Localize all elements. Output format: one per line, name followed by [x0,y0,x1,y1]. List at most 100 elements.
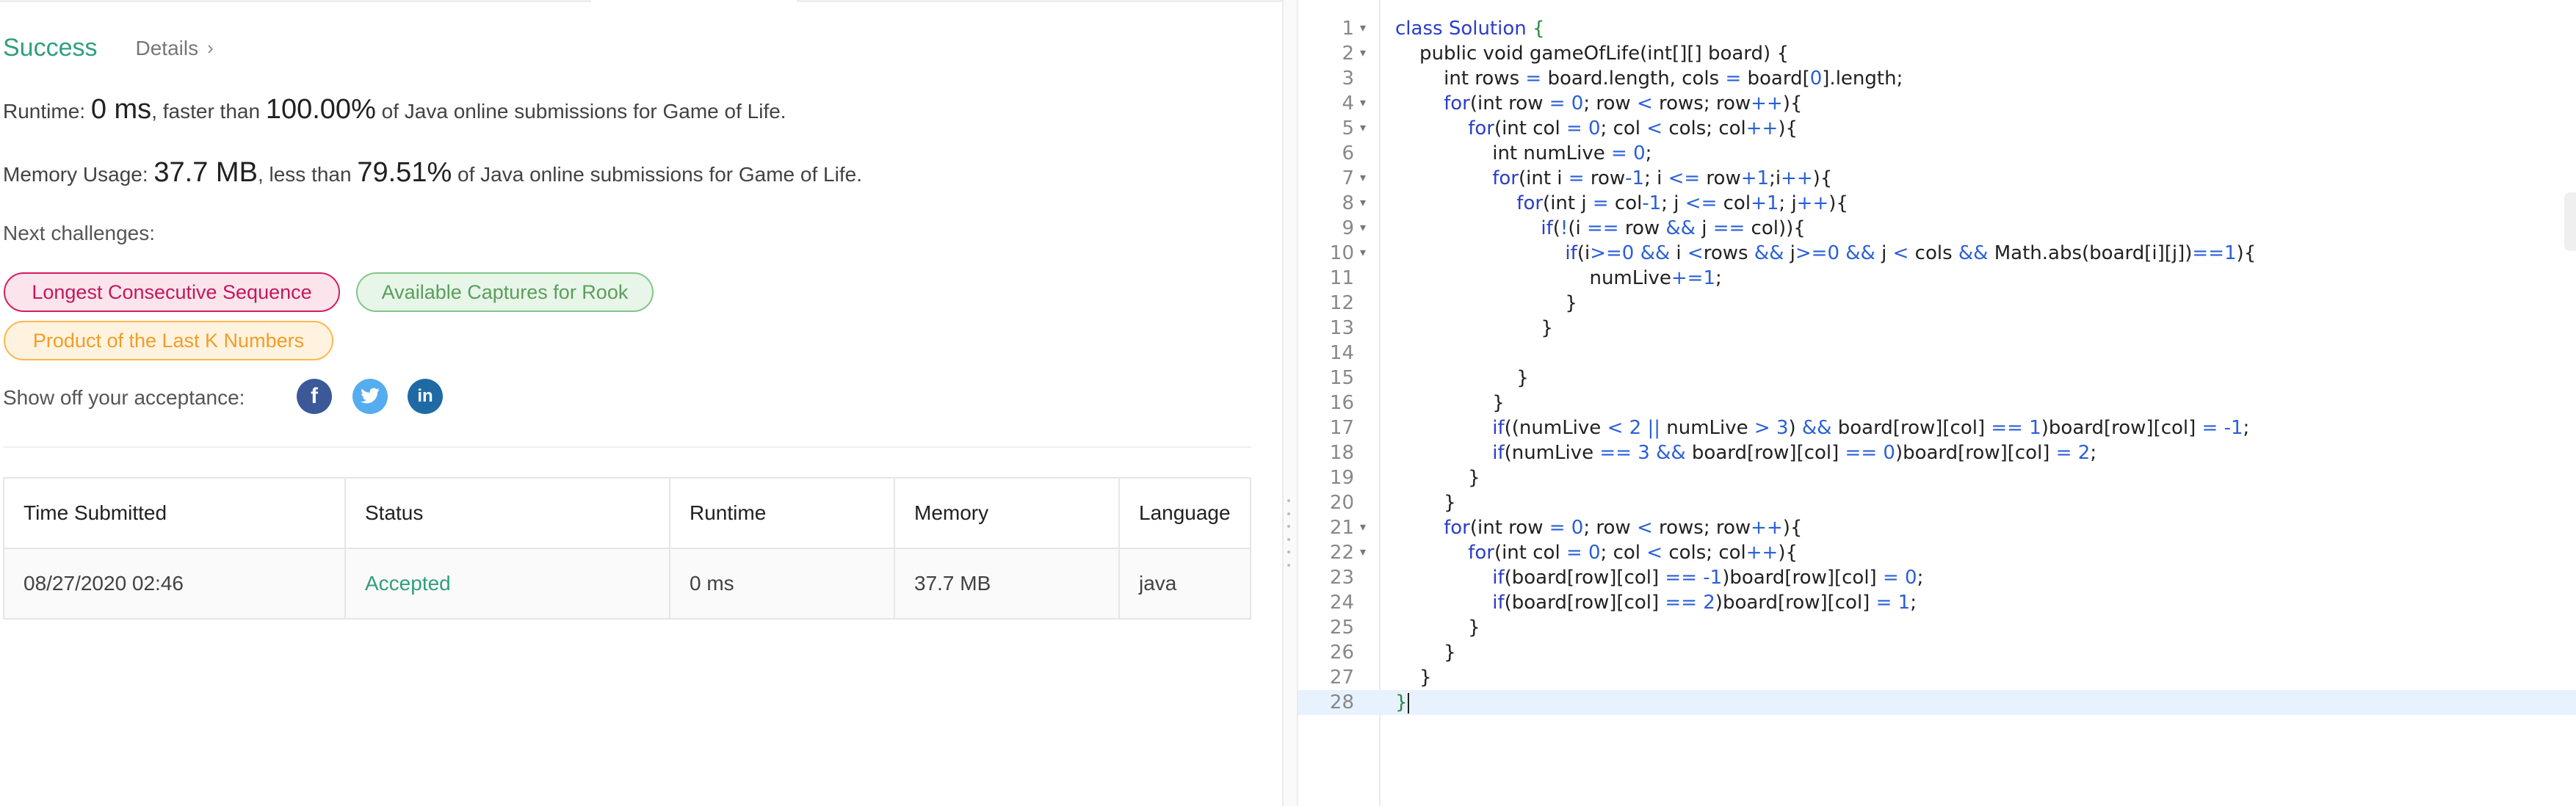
code-line[interactable]: 14 [1298,341,2576,366]
line-number: 4 [1342,92,1354,115]
line-number: 15 [1329,367,1354,389]
text-cursor [1407,692,1409,714]
code-line[interactable]: 27 } [1298,665,2576,690]
code-text[interactable]: int numLive = 0; [1395,141,1651,166]
code-text[interactable]: if(numLive == 3 && board[row][col] == 0)… [1395,440,2096,465]
col-status[interactable]: Status [344,477,670,549]
col-runtime[interactable]: Runtime [669,477,895,549]
code-line[interactable]: 1 ▾ class Solution { [1298,16,2576,41]
code-line[interactable]: 8 ▾ for(int j = col-1; j <= col+1; j++){ [1298,191,2576,216]
fold-toggle-icon[interactable]: ▾ [1360,515,1366,540]
fold-toggle-icon[interactable]: ▾ [1360,16,1366,41]
code-line[interactable]: 5 ▾ for(int col = 0; col < cols; col++){ [1298,116,2576,141]
code-line[interactable]: 28} [1298,690,2576,715]
code-line[interactable]: 6 int numLive = 0; [1298,141,2576,166]
line-number: 14 [1329,342,1354,364]
section-divider [3,446,1251,448]
code-line[interactable]: 21 ▾ for(int row = 0; row < rows; row++){ [1298,515,2576,540]
line-number: 9 [1342,217,1354,239]
col-time-submitted[interactable]: Time Submitted [3,477,346,549]
code-line[interactable]: 2 ▾ public void gameOfLife(int[][] board)… [1298,41,2576,66]
challenge-available-captures-for-rook[interactable]: Available Captures for Rook [356,272,654,312]
code-text[interactable]: } [1395,391,1505,415]
code-text[interactable]: if((numLive < 2 || numLive > 3) && board… [1395,415,2249,440]
line-number: 20 [1329,492,1354,514]
cell-time-submitted: 08/27/2020 02:46 [3,548,346,620]
code-text[interactable]: } [1395,690,1409,715]
code-text[interactable]: if(!(i == row && j == col)){ [1395,216,1805,241]
fold-toggle-icon[interactable]: ▾ [1360,191,1366,216]
share-label: Show off your acceptance: [3,386,245,409]
col-memory[interactable]: Memory [894,477,1120,549]
code-line[interactable]: 10 ▾ if(i>=0 && i <rows && j>=0 && j < co… [1298,241,2576,266]
code-text[interactable]: for(int i = row-1; i <= row+1;i++){ [1395,166,1832,191]
code-line[interactable]: 16 } [1298,391,2576,415]
code-line[interactable]: 7 ▾ for(int i = row-1; i <= row+1;i++){ [1298,166,2576,191]
challenge-product-of-last-k-numbers[interactable]: Product of the Last K Numbers [4,321,333,360]
code-text[interactable]: for(int col = 0; col < cols; col++){ [1395,540,1798,565]
code-text[interactable]: for(int col = 0; col < cols; col++){ [1395,116,1798,141]
fold-toggle-icon[interactable]: ▾ [1360,216,1366,241]
code-text[interactable]: if(board[row][col] == -1)board[row][col]… [1395,565,1923,590]
twitter-icon[interactable] [352,379,388,414]
code-text[interactable]: } [1395,366,1529,391]
code-line[interactable]: 18 if(numLive == 3 && board[row][col] ==… [1298,440,2576,465]
fold-toggle-icon[interactable]: ▾ [1360,241,1366,266]
runtime-suffix: of Java online submissions for Game of L… [381,100,786,123]
drag-handle-icon[interactable] [1287,499,1291,567]
pane-divider[interactable] [1282,0,1298,806]
code-text[interactable]: if(i>=0 && i <rows && j>=0 && j < cols &… [1395,241,2256,266]
code-text[interactable]: } [1395,291,1577,316]
code-text[interactable]: for(int row = 0; row < rows; row++){ [1395,91,1802,116]
code-text[interactable]: if(board[row][col] == 2)board[row][col] … [1395,590,1917,615]
code-text[interactable]: } [1395,640,1456,665]
memory-suffix: of Java online submissions for Game of L… [457,163,862,186]
code-line[interactable]: 11 numLive+=1; [1298,266,2576,291]
code-line[interactable]: 13 } [1298,316,2576,341]
cell-status[interactable]: Accepted [344,548,670,620]
details-link[interactable]: Details [136,37,199,60]
fold-toggle-icon[interactable]: ▾ [1360,91,1366,116]
fold-toggle-icon[interactable]: ▾ [1360,41,1366,66]
code-line[interactable]: 20 } [1298,490,2576,515]
code-text[interactable]: int rows = board.length, cols = board[0]… [1395,66,1903,91]
code-line[interactable]: 24 if(board[row][col] == 2)board[row][co… [1298,590,2576,615]
code-text[interactable]: public void gameOfLife(int[][] board) { [1395,41,1789,66]
scrollbar[interactable] [2564,192,2576,251]
table-row[interactable]: 08/27/2020 02:46 Accepted 0 ms 37.7 MB j… [3,548,1251,620]
col-language[interactable]: Language [1118,477,1251,549]
line-number: 11 [1329,267,1354,289]
chevron-right-icon[interactable]: › [207,37,214,59]
code-text[interactable]: class Solution { [1395,16,1545,41]
code-line[interactable]: 9 ▾ if(!(i == row && j == col)){ [1298,216,2576,241]
code-line[interactable]: 15 } [1298,366,2576,391]
code-text[interactable]: } [1395,316,1553,341]
code-text[interactable]: } [1395,465,1480,490]
code-line[interactable]: 25 } [1298,615,2576,640]
code-line[interactable]: 26 } [1298,640,2576,665]
code-line[interactable]: 19 } [1298,465,2576,490]
code-text[interactable]: for(int j = col-1; j <= col+1; j++){ [1395,191,1848,216]
challenge-longest-consecutive-sequence[interactable]: Longest Consecutive Sequence [4,272,340,312]
fold-toggle-icon[interactable]: ▾ [1360,166,1366,191]
line-number: 1 [1342,18,1354,40]
code-text[interactable]: } [1395,665,1432,690]
code-line[interactable]: 12 } [1298,291,2576,316]
fold-toggle-icon[interactable]: ▾ [1360,540,1366,565]
code-text[interactable]: numLive+=1; [1395,266,1721,291]
code-line[interactable]: 3 int rows = board.length, cols = board[… [1298,66,2576,91]
result-header: Success Details › [3,34,214,62]
twitter-bird-glyph [361,388,380,404]
code-line[interactable]: 17 if((numLive < 2 || numLive > 3) && bo… [1298,415,2576,440]
code-line[interactable]: 4 ▾ for(int row = 0; row < rows; row++){ [1298,91,2576,116]
code-text[interactable]: } [1395,490,1456,515]
code-text[interactable]: for(int row = 0; row < rows; row++){ [1395,515,1802,540]
facebook-icon[interactable]: f [297,379,332,414]
linkedin-icon[interactable]: in [408,379,443,414]
code-line[interactable]: 23 if(board[row][col] == -1)board[row][c… [1298,565,2576,590]
code-editor[interactable]: 1 ▾ class Solution {2 ▾ public void gameOfL… [1298,0,2576,806]
code-line[interactable]: 22 ▾ for(int col = 0; col < cols; col++){ [1298,540,2576,565]
tab-underline [0,0,591,2]
fold-toggle-icon[interactable]: ▾ [1360,116,1366,141]
code-text[interactable]: } [1395,615,1480,640]
